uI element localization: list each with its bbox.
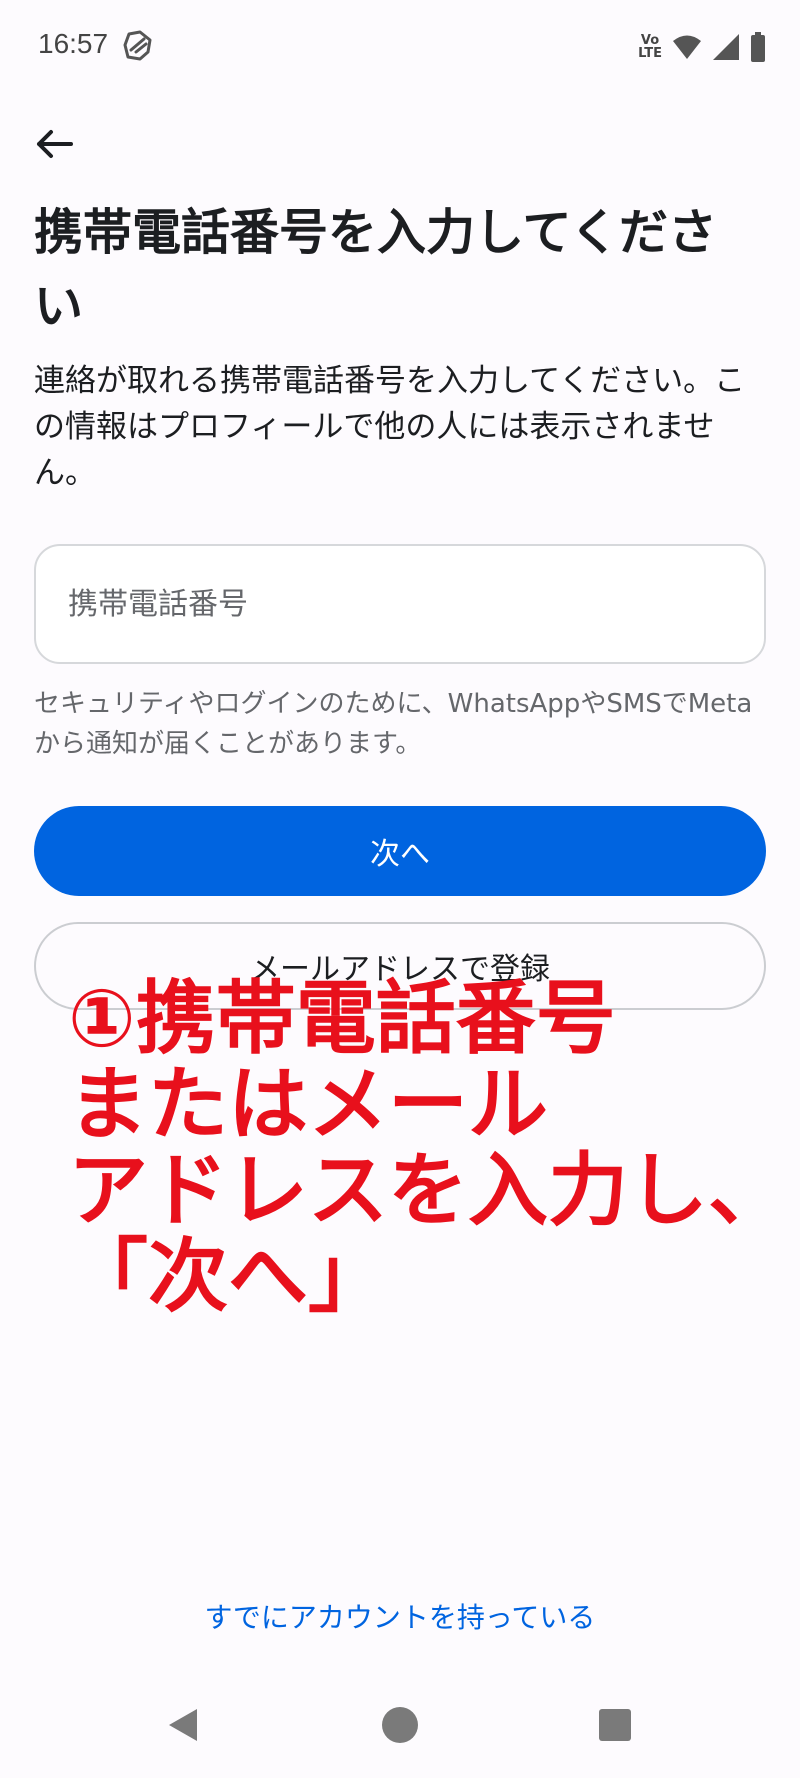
tutorial-annotation: ①携帯電話番号 またはメール アドレスを入力し、 「次へ」 <box>68 972 788 1323</box>
next-button[interactable]: 次へ <box>34 806 766 896</box>
sync-app-icon <box>123 30 152 61</box>
page-title: 携帯電話番号を入力してください <box>34 204 718 335</box>
system-nav-bar <box>0 1690 800 1778</box>
existing-account-link[interactable]: すでにアカウントを持っている <box>0 1596 800 1636</box>
wifi-icon <box>673 35 701 59</box>
recents-square-icon <box>599 1709 631 1741</box>
page-description: 連絡が取れる携帯電話番号を入力してください。この情報はプロフィールで他の人には表… <box>34 363 746 491</box>
arrow-left-icon <box>37 130 73 158</box>
home-circle-icon <box>382 1707 418 1743</box>
volte-icon: Vo LTE <box>638 33 662 61</box>
nav-recents-button[interactable] <box>580 1690 650 1760</box>
nav-back-button[interactable] <box>148 1690 218 1760</box>
phone-number-input[interactable] <box>34 544 766 664</box>
status-icons: Vo LTE <box>638 30 766 64</box>
nav-home-button[interactable] <box>365 1690 435 1760</box>
status-time: 16:57 <box>38 28 109 59</box>
status-bar: 16:57 Vo LTE <box>0 0 800 95</box>
email-signup-button[interactable]: メールアドレスで登録 <box>34 922 766 1010</box>
battery-icon <box>751 32 765 62</box>
back-triangle-icon <box>169 1709 197 1741</box>
signal-icon <box>713 34 739 60</box>
back-button[interactable] <box>28 118 80 170</box>
helper-text: セキュリティやログインのために、WhatsAppやSMSでMetaから通知が届く… <box>34 689 753 759</box>
